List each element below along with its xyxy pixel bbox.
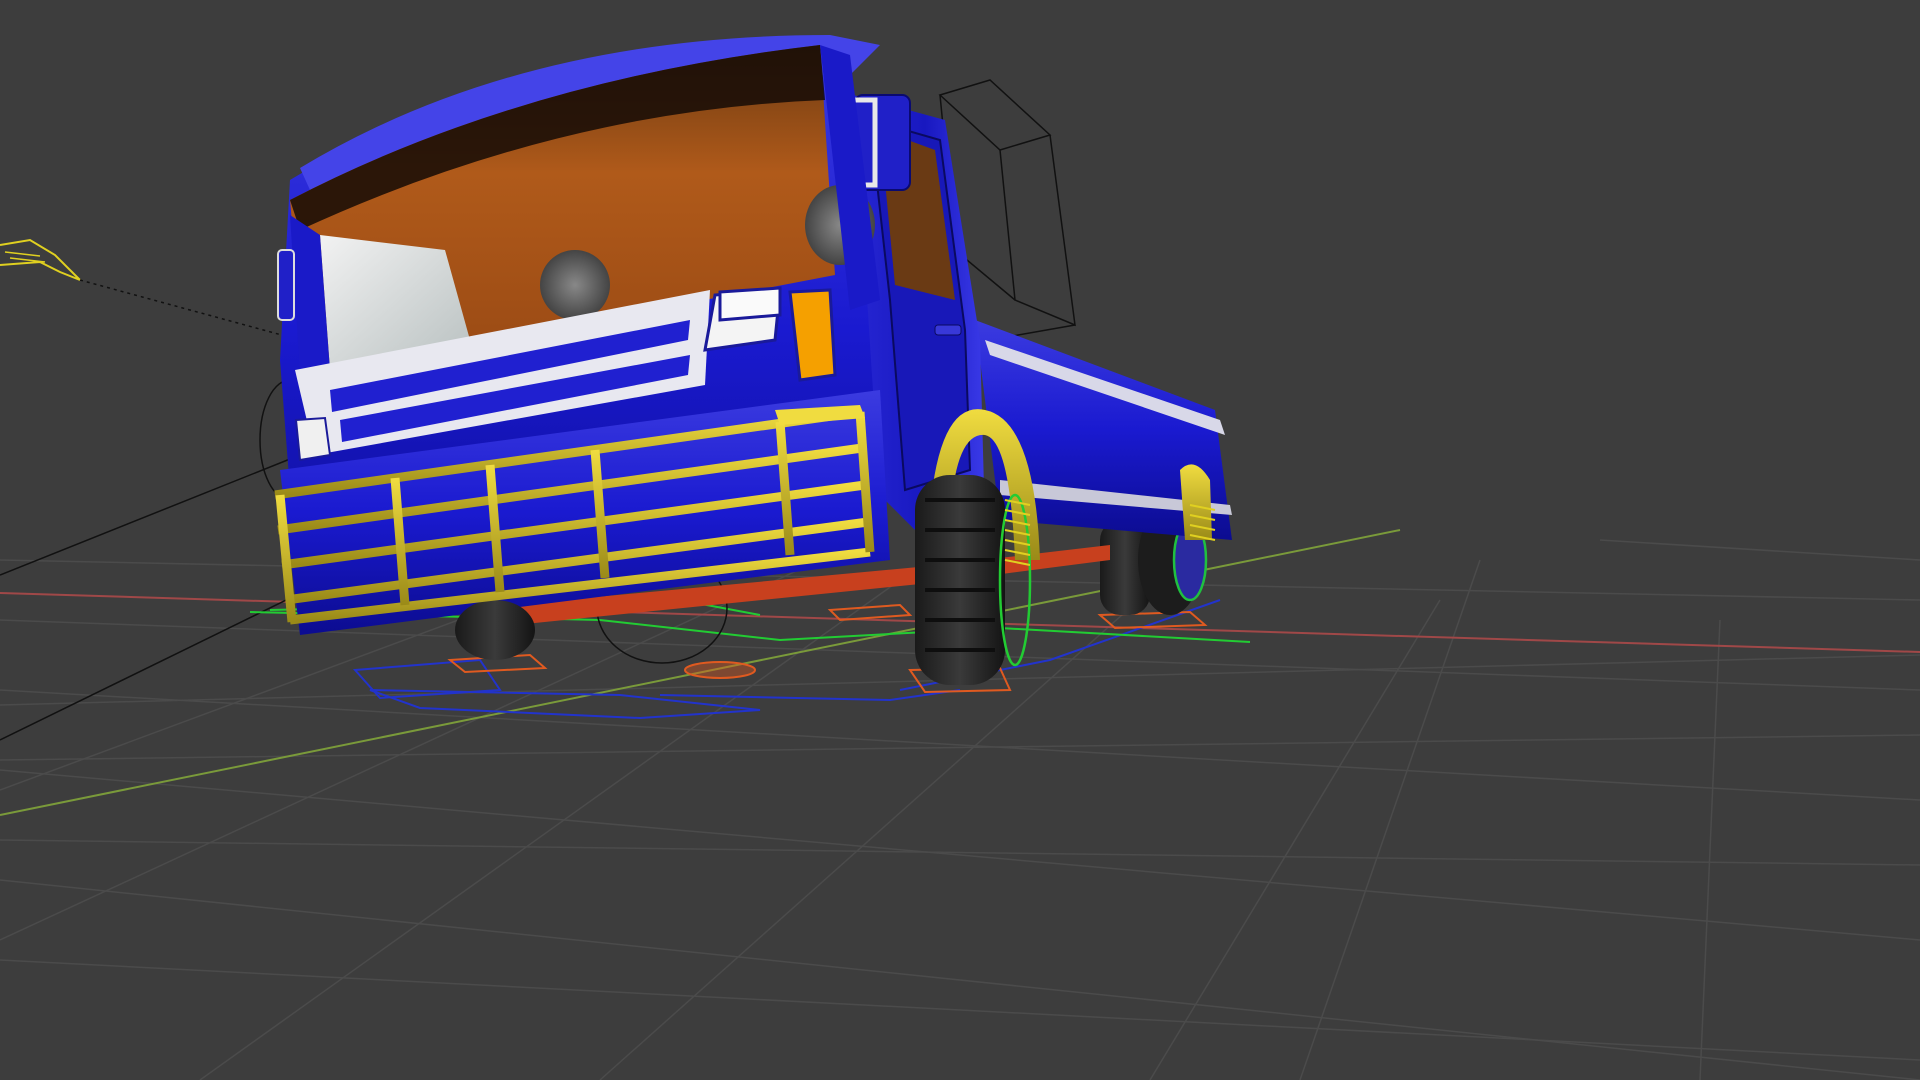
headlight-upper <box>718 286 782 322</box>
3d-viewport[interactable] <box>0 0 1920 1080</box>
pickup-truck[interactable] <box>274 35 1232 685</box>
viewport-canvas[interactable] <box>0 0 1920 1080</box>
headlight-left <box>294 416 332 462</box>
guide-line <box>0 454 301 576</box>
light-gizmo[interactable] <box>0 238 301 341</box>
door-handle[interactable] <box>934 324 962 336</box>
seat <box>540 250 610 320</box>
left-mirror <box>277 249 295 321</box>
front-wheel-left[interactable] <box>455 600 535 660</box>
